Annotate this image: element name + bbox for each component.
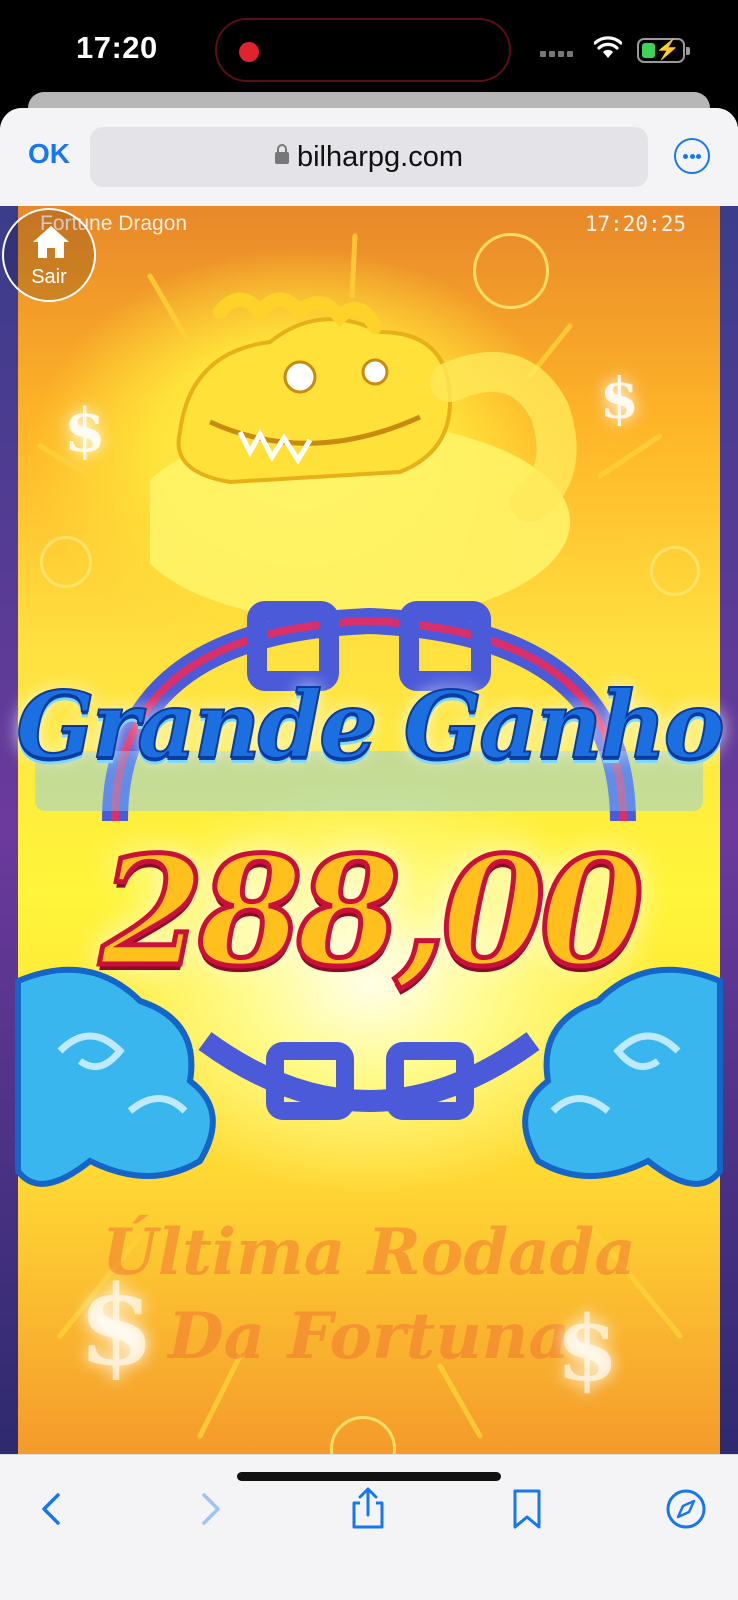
exit-label: Sair [31, 266, 67, 288]
compass-icon[interactable] [664, 1487, 708, 1531]
bookmarks-icon[interactable] [505, 1487, 549, 1531]
ellipsis-circle-icon[interactable] [674, 138, 710, 174]
wifi-icon [594, 36, 622, 58]
cellular-signal-icon [540, 44, 576, 62]
dragon-illustration [150, 292, 577, 612]
dollar-sign-icon: $ [78, 1261, 155, 1390]
coin-icon [650, 546, 700, 596]
recording-indicator-icon [239, 42, 259, 62]
home-icon [33, 226, 69, 258]
exit-button[interactable]: Sair [2, 208, 96, 302]
forward-icon[interactable] [188, 1487, 232, 1531]
charging-bolt-icon: ⚡ [655, 39, 680, 61]
home-indicator[interactable] [237, 1472, 501, 1481]
coin-icon [40, 536, 92, 588]
status-time: 17:20 [76, 30, 158, 65]
browser-top-bar: OK bilharpg.com [0, 108, 738, 206]
lock-icon [274, 144, 289, 164]
game-clock: 17:20:25 [584, 212, 686, 236]
clouds-illustration [15, 966, 723, 1187]
done-button[interactable]: OK [28, 138, 70, 170]
dollar-sign-icon: $ [556, 1296, 619, 1402]
big-win-title: Grande Ganho [15, 670, 726, 780]
dollar-sign-icon: $ [600, 366, 639, 432]
status-bar: 17:20 ⚡ [0, 0, 738, 100]
share-icon[interactable] [346, 1487, 390, 1531]
dynamic-island [215, 18, 511, 82]
battery-icon: ⚡ [637, 38, 690, 63]
dollar-sign-icon: $ [64, 396, 106, 466]
browser-sheet: OK bilharpg.com $ $ Grande Ganho 288,00 … [0, 108, 738, 1600]
url-text: bilharpg.com [296, 141, 464, 173]
back-icon[interactable] [30, 1487, 74, 1531]
game-canvas[interactable]: $ $ Grande Ganho 288,00 Última Rodada Da… [0, 206, 738, 1454]
address-bar[interactable]: bilharpg.com [90, 127, 648, 187]
